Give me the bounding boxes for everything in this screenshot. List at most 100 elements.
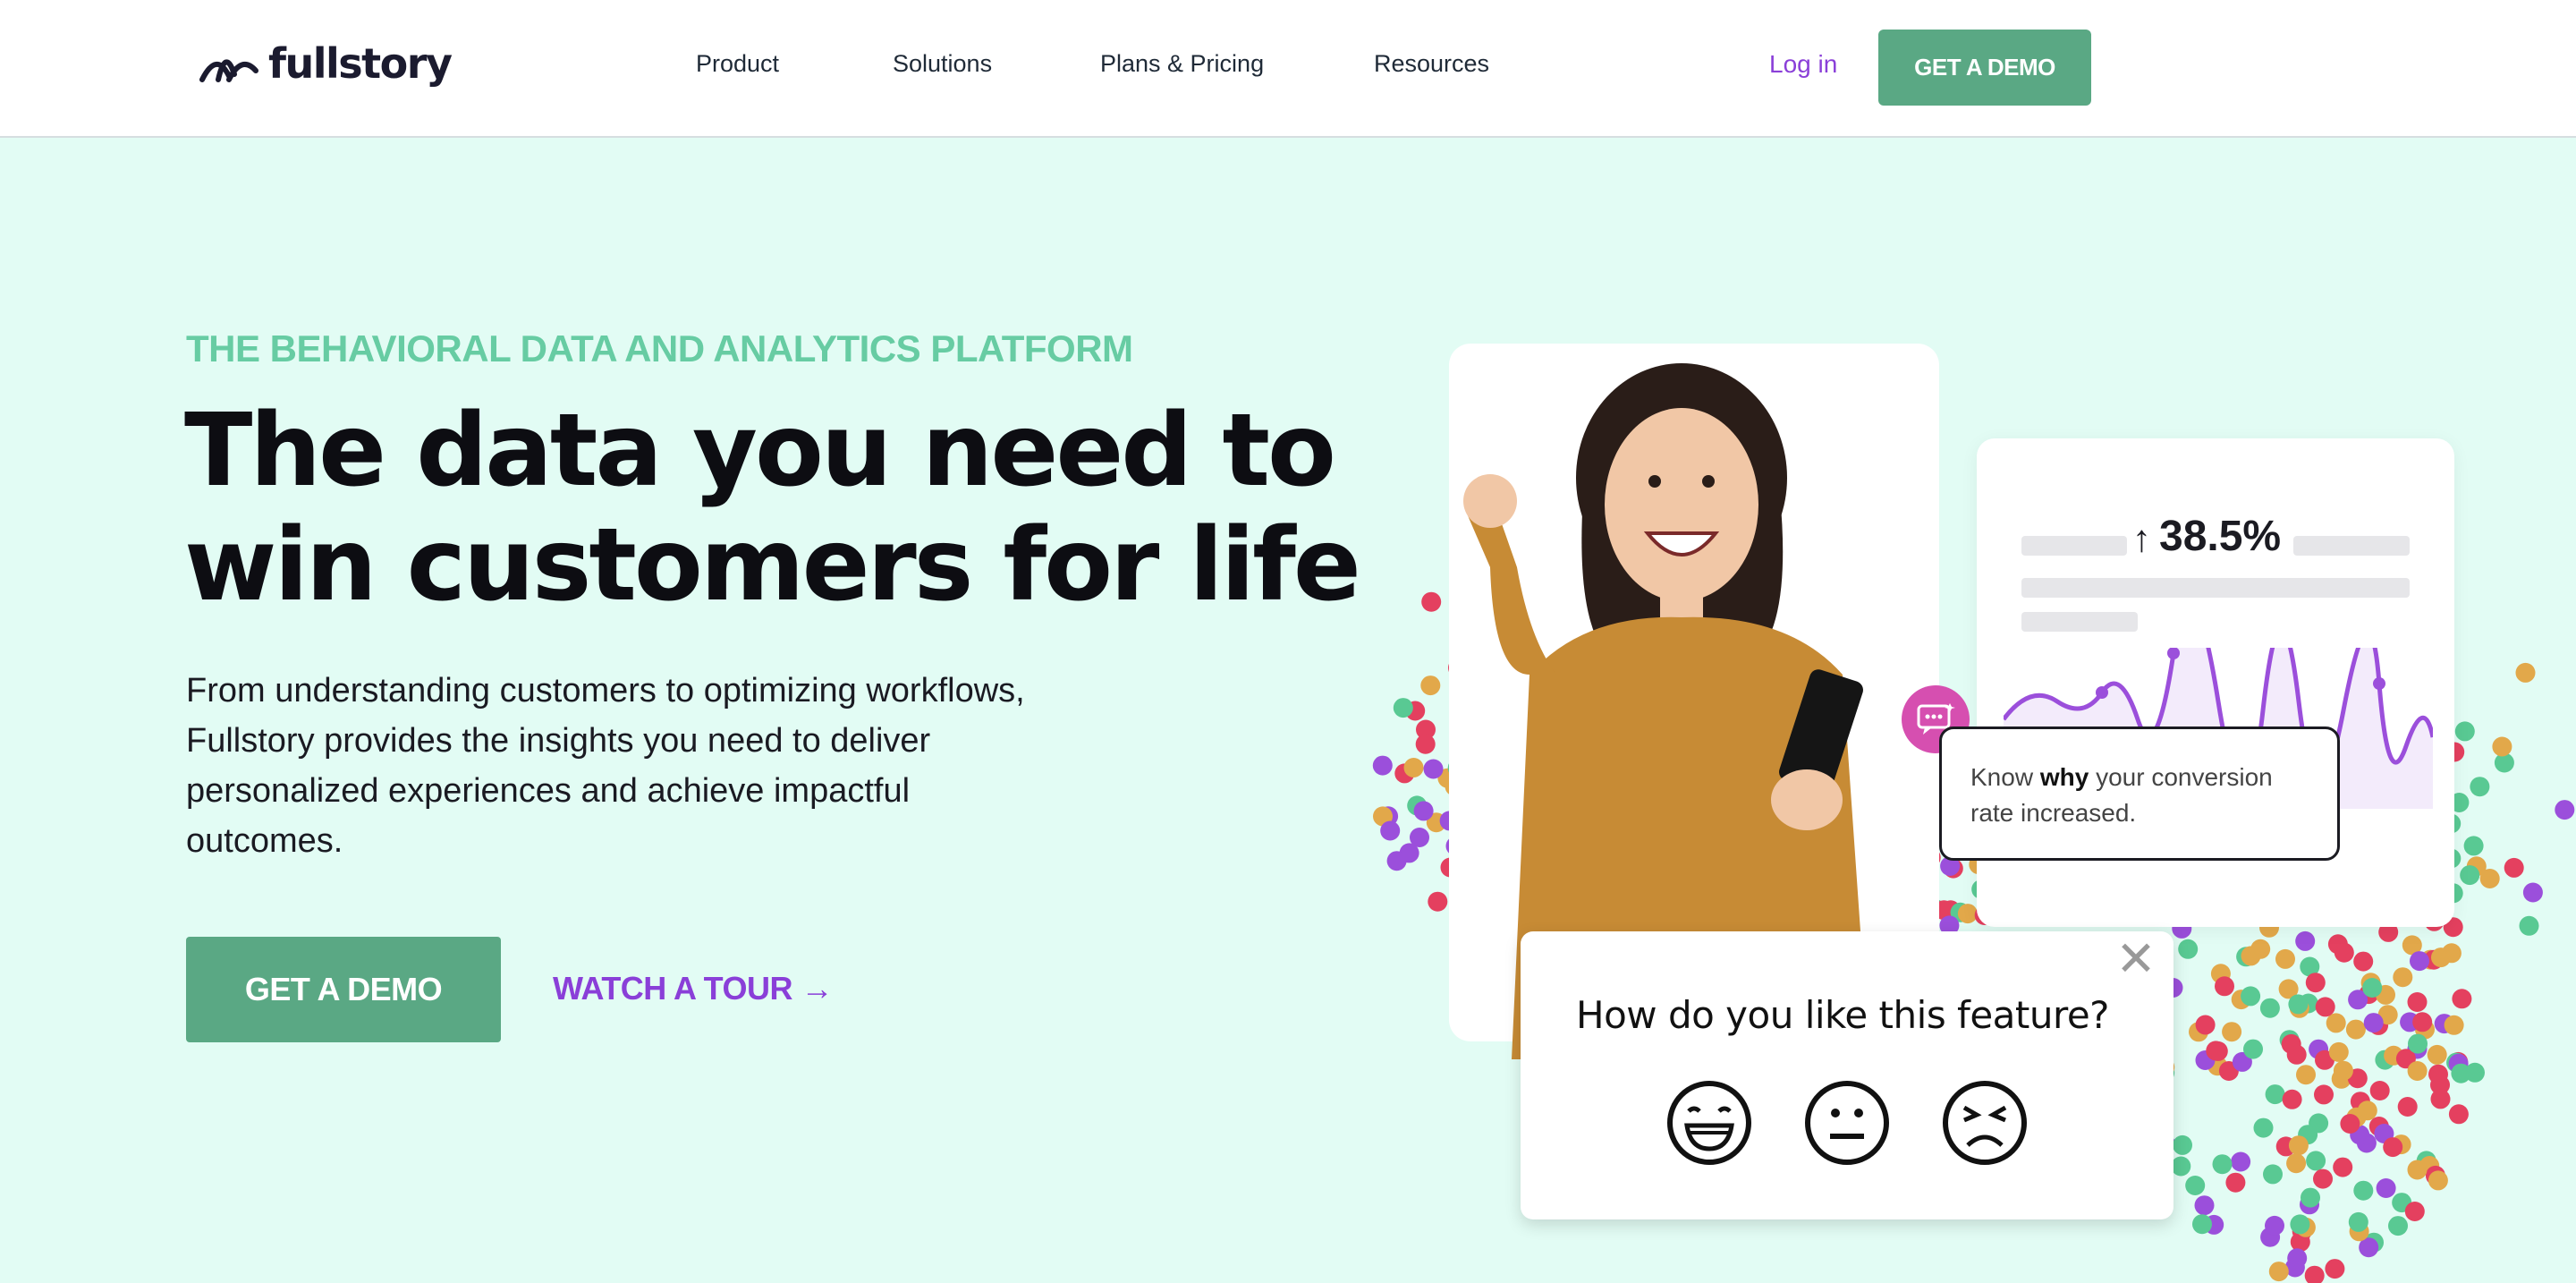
confetti-dot [2388, 1216, 2408, 1236]
confetti-dot [2479, 869, 2500, 888]
confetti-dot [2315, 997, 2335, 1017]
confetti-dot [2376, 1178, 2396, 1198]
confetti-dot [1380, 820, 1401, 841]
confetti-dot [2504, 857, 2524, 878]
confetti-dot [1410, 828, 1429, 847]
confetti-dot [2463, 836, 2484, 856]
confetti-dot [1372, 755, 1393, 776]
confetti-dot [2259, 998, 2280, 1018]
confetti-dot [2195, 1015, 2216, 1035]
confetti-dot [2225, 1172, 2246, 1193]
confetti-dot [1420, 675, 1441, 696]
confetti-dot [2305, 973, 2326, 993]
stat-value: 38.5% [2159, 513, 2282, 560]
confetti-dot [2314, 1084, 2334, 1105]
confetti-dot [2222, 1022, 2242, 1042]
confetti-dot [2333, 1157, 2353, 1177]
confetti-dot [2408, 1033, 2428, 1054]
confetti-dot [2412, 1012, 2433, 1032]
header-get-demo-button[interactable]: GET A DEMO [1878, 30, 2091, 106]
confetti-dot [2383, 1137, 2403, 1158]
confetti-dot [2171, 1156, 2191, 1177]
confetti-dot [2397, 1097, 2418, 1117]
confetti-dot [2286, 1153, 2307, 1174]
feedback-question: How do you like this feature? [1576, 993, 2109, 1037]
confetti-dot [2178, 939, 2199, 959]
confetti-dot [2519, 915, 2539, 936]
confetti-dot [2362, 978, 2383, 998]
confetti-dot [2296, 1065, 2316, 1085]
confetti-dot [2173, 1134, 2192, 1155]
confetti-dot [2430, 1075, 2450, 1095]
confetti-dot [2275, 948, 2295, 969]
confetti-dot [2448, 1104, 2469, 1125]
confetti-dot [2407, 992, 2428, 1012]
confetti-dot [2243, 1039, 2263, 1059]
confetti-dot [1393, 698, 1413, 718]
fullstory-logo[interactable]: fullstory [199, 39, 453, 88]
confetti-dot [2215, 976, 2234, 997]
confetti-dot [2288, 1135, 2309, 1156]
confetti-dot [2212, 1154, 2233, 1175]
confetti-dot [2410, 951, 2429, 972]
confetti-dot [1403, 758, 1424, 777]
confetti-dot [2492, 736, 2512, 757]
confetti-dot [1386, 851, 1407, 871]
confetti-dot [2407, 1160, 2428, 1180]
login-link[interactable]: Log in [1769, 50, 1837, 79]
confetti-dot [2393, 967, 2413, 988]
confetti-dot [2522, 882, 2543, 903]
confetti-dot [1421, 591, 1442, 612]
confetti-dot [2301, 1187, 2320, 1208]
hero-section: THE BEHAVIORAL DATA AND ANALYTICS PLATFO… [0, 138, 2576, 1283]
confetti-dot [2444, 1015, 2464, 1035]
confetti-dot [2263, 1164, 2283, 1185]
confetti-dot [2369, 1081, 2390, 1100]
confetti-dot [2427, 1044, 2447, 1065]
site-header: fullstory Product Solutions Plans & Pric… [0, 0, 2576, 138]
confetti-dot [2194, 1195, 2215, 1216]
nav-product[interactable]: Product [696, 50, 779, 78]
close-icon[interactable]: ✕ [2113, 935, 2159, 983]
confetti-dot [2313, 1168, 2333, 1189]
confetti-dot [2454, 721, 2475, 742]
happy-face-icon[interactable] [1665, 1079, 1753, 1167]
arrow-up-icon: ↑ [2132, 517, 2151, 559]
confetti-dot [2250, 939, 2271, 959]
confetti-dot [2404, 1202, 2425, 1221]
confetti-dot [2470, 777, 2490, 797]
upset-face-icon[interactable] [1941, 1079, 2029, 1167]
confetti-dot [2253, 1117, 2274, 1138]
confetti-dot [2304, 1265, 2325, 1283]
confetti-dot [2231, 1151, 2251, 1172]
confetti-dot [2348, 1211, 2368, 1232]
confetti-dot [1415, 734, 1436, 754]
nav-resources[interactable]: Resources [1374, 50, 1489, 78]
insight-text-start: Know [1970, 763, 2040, 791]
confetti-dot [2192, 1214, 2212, 1235]
confetti-dot [2282, 1089, 2302, 1109]
confetti-dot [2345, 1019, 2366, 1040]
confetti-dot [2334, 942, 2354, 963]
confetti-dot [2325, 1259, 2345, 1279]
confetti-dot [2326, 1013, 2346, 1033]
confetti-dot [2265, 1215, 2284, 1236]
nav-solutions[interactable]: Solutions [893, 50, 992, 78]
confetti-dot [2295, 930, 2316, 951]
confetti-dot [2265, 1084, 2285, 1105]
confetti-dot [2515, 662, 2536, 683]
confetti-dot [2268, 1262, 2289, 1282]
confetti-dot [2288, 994, 2309, 1015]
confetti-dot [2431, 947, 2451, 968]
confetti-dot [2290, 1214, 2310, 1235]
placeholder-bar [2293, 536, 2410, 556]
feedback-widget [1521, 931, 2174, 1219]
confetti-dot [2340, 1114, 2360, 1134]
insight-callout: Know why your conversion rate increased. [1939, 726, 2340, 861]
confetti-dot [2185, 1176, 2206, 1195]
confetti-dot [1413, 801, 1434, 821]
placeholder-bar [2021, 578, 2410, 598]
confetti-dot [2206, 1041, 2226, 1061]
neutral-face-icon[interactable] [1803, 1079, 1891, 1167]
nav-plans-pricing[interactable]: Plans & Pricing [1100, 50, 1264, 78]
